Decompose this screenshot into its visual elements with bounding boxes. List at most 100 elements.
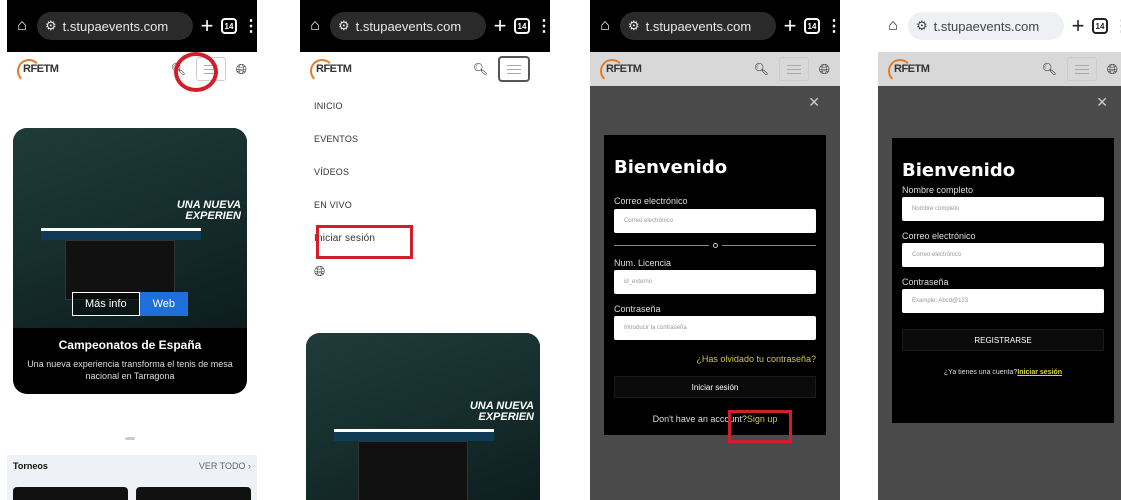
hamburger-menu-button[interactable]: [1066, 57, 1097, 81]
full-name-label: Nombre completo: [902, 185, 974, 195]
tab-count[interactable]: 14: [514, 18, 530, 34]
password-input[interactable]: Introducir la contraseña: [614, 316, 816, 340]
globe-icon[interactable]: 🌐︎: [314, 255, 375, 288]
highlight-box: [728, 410, 792, 443]
register-modal: Bienvenido Nombre completo Nombre comple…: [892, 138, 1114, 423]
screen-home: ⌂ ⚙ t.stupaevents.com + 14 ⋮ RFETM 🔍︎ 🌐︎…: [7, 0, 257, 500]
browser-toolbar: ⌂ ⚙ t.stupaevents.com + 14 ⋮: [300, 0, 550, 52]
search-icon[interactable]: 🔍︎: [473, 62, 488, 76]
email-label: Correo electrónico: [614, 196, 688, 206]
login-link[interactable]: Iniciar sesión: [1017, 369, 1062, 376]
modal-title: Bienvenido: [902, 160, 1016, 181]
menu-item-en-vivo[interactable]: EN VIVO: [314, 189, 375, 222]
url-text: t.stupaevents.com: [933, 18, 1040, 34]
url-text: t.stupaevents.com: [62, 18, 169, 34]
url-bar[interactable]: ⚙ t.stupaevents.com: [330, 12, 486, 40]
new-tab-icon[interactable]: +: [782, 15, 798, 37]
forgot-password-link[interactable]: ¿Has olvidado tu contraseña?: [614, 354, 816, 364]
more-menu-icon[interactable]: ⋮: [536, 16, 550, 36]
event-title: Campeonatos de España: [58, 338, 202, 352]
web-button[interactable]: Web: [139, 292, 188, 316]
password-label: Contraseña: [614, 304, 661, 314]
event-image: UNA NUEVA EXPERIEN: [306, 333, 540, 500]
more-menu-icon[interactable]: ⋮: [243, 16, 257, 36]
new-tab-icon[interactable]: +: [492, 15, 508, 37]
hamburger-menu-button[interactable]: [498, 56, 530, 82]
site-logo[interactable]: RFETM: [17, 59, 59, 83]
menu-item-videos[interactable]: VÍDEOS: [314, 156, 375, 189]
event-card[interactable]: UNA NUEVA EXPERIEN Más info Web Campeona…: [13, 128, 247, 394]
site-info-icon[interactable]: ⚙: [45, 18, 57, 34]
full-name-input[interactable]: Nombre completo: [902, 197, 1104, 221]
more-menu-icon[interactable]: ⋮: [826, 16, 840, 36]
new-tab-icon[interactable]: +: [199, 15, 215, 37]
site-logo[interactable]: RFETM: [888, 59, 930, 83]
tab-count[interactable]: 14: [804, 18, 820, 34]
url-bar[interactable]: ⚙ t.stupaevents.com: [37, 12, 193, 40]
search-icon[interactable]: 🔍︎: [754, 62, 769, 76]
screen-menu: ⌂ ⚙ t.stupaevents.com + 14 ⋮ RFETM 🔍︎ IN…: [300, 0, 550, 500]
browser-toolbar: ⌂ ⚙ t.stupaevents.com + 14 ⋮: [590, 0, 840, 52]
more-menu-icon[interactable]: ⋮: [1114, 16, 1121, 36]
license-label: Num. Licencia: [614, 258, 672, 268]
url-bar[interactable]: ⚙ t.stupaevents.com: [620, 12, 776, 40]
event-image-headline: UNA NUEVA EXPERIEN: [176, 199, 241, 222]
browser-toolbar: ⌂ ⚙ t.stupaevents.com + 14 ⋮: [7, 0, 257, 52]
url-text: t.stupaevents.com: [645, 18, 752, 34]
url-text: t.stupaevents.com: [355, 18, 462, 34]
modal-title: Bienvenido: [614, 157, 728, 178]
hamburger-menu-button[interactable]: [778, 57, 809, 81]
login-prompt: ¿Ya tienes una cuenta?Iniciar sesión: [943, 369, 1063, 376]
globe-icon[interactable]: 🌐︎: [819, 61, 830, 78]
site-header: RFETM 🔍︎ 🌐︎: [878, 52, 1121, 86]
globe-icon[interactable]: 🌐︎: [1107, 61, 1118, 78]
url-bar[interactable]: ⚙ t.stupaevents.com: [908, 12, 1064, 40]
tab-count[interactable]: 14: [221, 18, 237, 34]
close-icon[interactable]: ✕: [1096, 94, 1108, 111]
site-header: RFETM 🔍︎: [300, 52, 550, 86]
password-label: Contraseña: [902, 277, 949, 287]
site-info-icon[interactable]: ⚙: [628, 18, 640, 34]
register-submit-button[interactable]: REGISTRARSE: [902, 329, 1104, 351]
search-icon[interactable]: 🔍︎: [1042, 62, 1057, 76]
event-image-headline: UNA NUEVA EXPERIEN: [469, 400, 534, 423]
home-icon[interactable]: ⌂: [13, 17, 31, 35]
new-tab-icon[interactable]: +: [1070, 15, 1086, 37]
globe-icon[interactable]: 🌐︎: [236, 61, 247, 78]
event-image: UNA NUEVA EXPERIEN Más info Web: [13, 128, 247, 328]
login-modal: Bienvenido Correo electrónico Correo ele…: [604, 135, 826, 435]
email-label: Correo electrónico: [902, 231, 976, 241]
tournament-card[interactable]: [136, 487, 251, 500]
close-icon[interactable]: ✕: [808, 94, 820, 111]
event-description: Una nueva experiencia transforma el teni…: [27, 359, 233, 381]
menu-item-inicio[interactable]: INICIO: [314, 90, 375, 123]
email-input[interactable]: Correo electrónico: [902, 243, 1104, 267]
home-icon[interactable]: ⌂: [306, 17, 324, 35]
tournament-card[interactable]: [13, 487, 128, 500]
password-input[interactable]: Example: Abcd@123: [902, 289, 1104, 313]
site-header: RFETM 🔍︎ 🌐︎: [7, 52, 257, 86]
site-info-icon[interactable]: ⚙: [338, 18, 350, 34]
highlight-circle: [174, 52, 218, 92]
divider: [614, 243, 816, 248]
email-input[interactable]: Correo electrónico: [614, 209, 816, 233]
site-logo[interactable]: RFETM: [600, 59, 642, 83]
event-card[interactable]: UNA NUEVA EXPERIEN: [306, 333, 540, 500]
site-info-icon[interactable]: ⚙: [916, 18, 928, 34]
more-info-button[interactable]: Más info: [72, 292, 140, 316]
screen-login: ⌂ ⚙ t.stupaevents.com + 14 ⋮ RFETM 🔍︎ 🌐︎…: [590, 0, 840, 500]
home-icon[interactable]: ⌂: [596, 17, 614, 35]
screen-register: ⌂ ⚙ t.stupaevents.com + 14 ⋮ RFETM 🔍︎ 🌐︎…: [878, 0, 1121, 500]
site-logo[interactable]: RFETM: [310, 59, 352, 83]
card-actions: Más info Web: [13, 292, 247, 316]
carousel-indicator[interactable]: [125, 437, 135, 440]
site-header: RFETM 🔍︎ 🌐︎: [590, 52, 840, 86]
browser-toolbar: ⌂ ⚙ t.stupaevents.com + 14 ⋮: [878, 0, 1121, 52]
home-icon[interactable]: ⌂: [884, 17, 902, 35]
license-input[interactable]: id_externo: [614, 270, 816, 294]
login-submit-button[interactable]: Iniciar sesión: [614, 376, 816, 398]
highlight-box: [316, 225, 413, 259]
menu-item-eventos[interactable]: EVENTOS: [314, 123, 375, 156]
tab-count[interactable]: 14: [1092, 18, 1108, 34]
table-tennis-table: [41, 228, 201, 240]
